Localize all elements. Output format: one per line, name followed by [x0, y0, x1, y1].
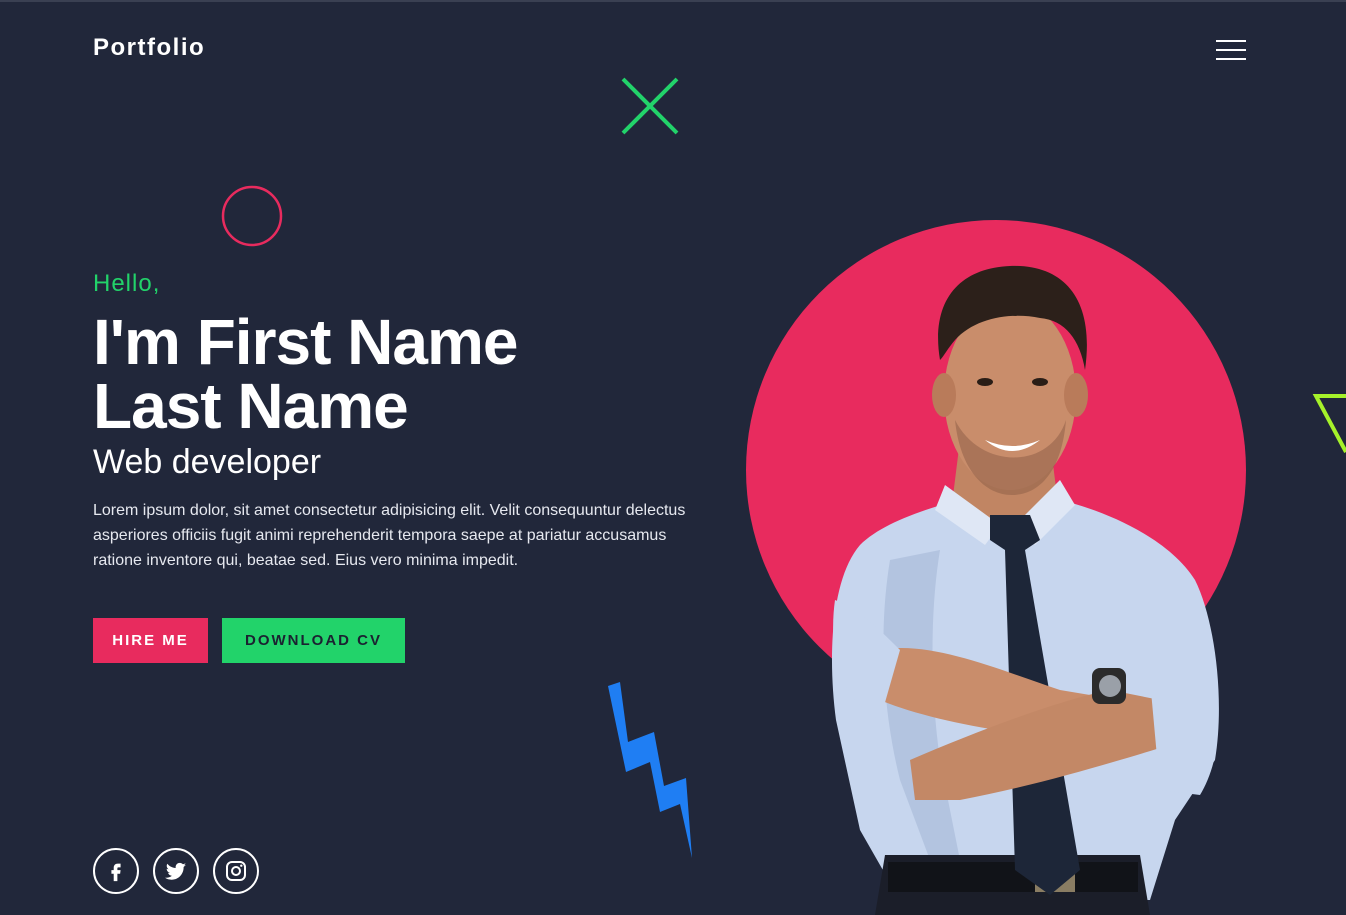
twitter-icon: [165, 862, 186, 880]
twitter-link[interactable]: [153, 848, 199, 894]
photo-background-circle: [746, 220, 1246, 720]
name-first-line: I'm First Name: [93, 306, 518, 378]
instagram-icon: [226, 861, 246, 881]
role-subtitle: Web developer: [93, 443, 322, 481]
lightning-bolt-icon: [608, 682, 692, 858]
x-cross-icon: [621, 77, 679, 135]
facebook-icon: [111, 863, 121, 882]
hamburger-menu-icon[interactable]: [1214, 38, 1248, 62]
triangle-outline-icon: [1312, 394, 1346, 453]
instagram-link[interactable]: [213, 848, 259, 894]
page-title: I'm First Name Last Name: [93, 306, 518, 442]
brand-logo[interactable]: Portfolio: [93, 34, 205, 62]
name-second-line: Last Name: [93, 370, 409, 442]
greeting: Hello,: [93, 270, 161, 297]
circle-outline-icon: [221, 185, 283, 247]
hire-me-button[interactable]: HIRE ME: [93, 618, 208, 663]
download-cv-button[interactable]: DOWNLOAD CV: [222, 618, 405, 663]
facebook-link[interactable]: [93, 848, 139, 894]
top-border: [0, 0, 1346, 2]
bio-paragraph: Lorem ipsum dolor, sit amet consectetur …: [93, 502, 686, 569]
